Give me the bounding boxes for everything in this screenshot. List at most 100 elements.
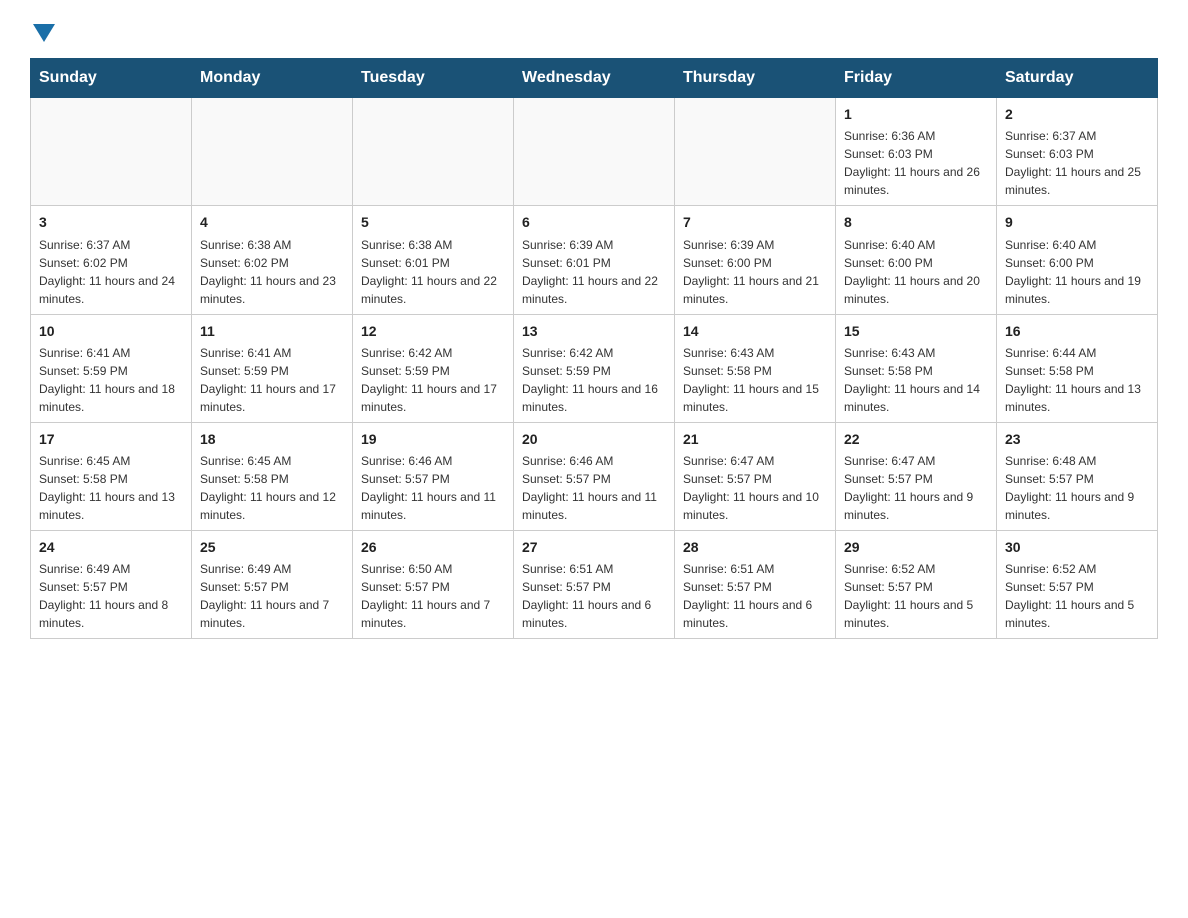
table-row: 21 Sunrise: 6:47 AMSunset: 5:57 PMDayligh… <box>675 422 836 530</box>
header-tuesday: Tuesday <box>353 59 514 98</box>
header-wednesday: Wednesday <box>514 59 675 98</box>
table-row: 29 Sunrise: 6:52 AMSunset: 5:57 PMDayligh… <box>836 531 997 639</box>
calendar-week-row: 24 Sunrise: 6:49 AMSunset: 5:57 PMDayligh… <box>31 531 1158 639</box>
logo-arrow-icon <box>33 24 55 42</box>
calendar-week-row: 3 Sunrise: 6:37 AMSunset: 6:02 PMDaylight… <box>31 206 1158 314</box>
day-info: Sunrise: 6:39 AMSunset: 6:00 PMDaylight:… <box>683 236 827 308</box>
table-row: 14Sunrise: 6:43 AMSunset: 5:58 PMDayligh… <box>675 314 836 422</box>
day-info: Sunrise: 6:42 AMSunset: 5:59 PMDaylight:… <box>522 344 666 416</box>
day-info: Sunrise: 6:37 AMSunset: 6:03 PMDaylight:… <box>1005 127 1149 199</box>
day-number: 24 <box>39 537 183 557</box>
day-number: 12 <box>361 321 505 341</box>
day-number: 13 <box>522 321 666 341</box>
day-number: 29 <box>844 537 988 557</box>
day-info: Sunrise: 6:41 AMSunset: 5:59 PMDaylight:… <box>200 344 344 416</box>
day-info: Sunrise: 6:44 AMSunset: 5:58 PMDaylight:… <box>1005 344 1149 416</box>
day-number: 22 <box>844 429 988 449</box>
table-row: 15Sunrise: 6:43 AMSunset: 5:58 PMDayligh… <box>836 314 997 422</box>
table-row <box>353 98 514 206</box>
day-info: Sunrise: 6:50 AMSunset: 5:57 PMDaylight:… <box>361 560 505 632</box>
day-info: Sunrise: 6:46 AMSunset: 5:57 PMDaylight:… <box>522 452 666 524</box>
table-row: 8 Sunrise: 6:40 AMSunset: 6:00 PMDaylight… <box>836 206 997 314</box>
table-row: 3 Sunrise: 6:37 AMSunset: 6:02 PMDaylight… <box>31 206 192 314</box>
day-number: 9 <box>1005 212 1149 232</box>
day-info: Sunrise: 6:39 AMSunset: 6:01 PMDaylight:… <box>522 236 666 308</box>
table-row: 27 Sunrise: 6:51 AMSunset: 5:57 PMDayligh… <box>514 531 675 639</box>
day-info: Sunrise: 6:38 AMSunset: 6:02 PMDaylight:… <box>200 236 344 308</box>
day-number: 17 <box>39 429 183 449</box>
day-number: 25 <box>200 537 344 557</box>
table-row: 1Sunrise: 6:36 AMSunset: 6:03 PMDaylight… <box>836 98 997 206</box>
day-number: 11 <box>200 321 344 341</box>
table-row: 12 Sunrise: 6:42 AMSunset: 5:59 PMDayligh… <box>353 314 514 422</box>
day-info: Sunrise: 6:48 AMSunset: 5:57 PMDaylight:… <box>1005 452 1149 524</box>
table-row: 5 Sunrise: 6:38 AMSunset: 6:01 PMDaylight… <box>353 206 514 314</box>
day-number: 2 <box>1005 104 1149 124</box>
table-row: 10 Sunrise: 6:41 AMSunset: 5:59 PMDayligh… <box>31 314 192 422</box>
day-number: 23 <box>1005 429 1149 449</box>
day-number: 28 <box>683 537 827 557</box>
day-number: 19 <box>361 429 505 449</box>
day-info: Sunrise: 6:43 AMSunset: 5:58 PMDaylight:… <box>683 344 827 416</box>
day-number: 16 <box>1005 321 1149 341</box>
table-row: 26 Sunrise: 6:50 AMSunset: 5:57 PMDayligh… <box>353 531 514 639</box>
day-info: Sunrise: 6:36 AMSunset: 6:03 PMDaylight:… <box>844 127 988 199</box>
table-row: 13 Sunrise: 6:42 AMSunset: 5:59 PMDayligh… <box>514 314 675 422</box>
table-row <box>31 98 192 206</box>
day-number: 7 <box>683 212 827 232</box>
header-sunday: Sunday <box>31 59 192 98</box>
calendar-table: Sunday Monday Tuesday Wednesday Thursday… <box>30 58 1158 639</box>
day-number: 21 <box>683 429 827 449</box>
day-number: 30 <box>1005 537 1149 557</box>
day-number: 5 <box>361 212 505 232</box>
day-number: 4 <box>200 212 344 232</box>
table-row: 24 Sunrise: 6:49 AMSunset: 5:57 PMDayligh… <box>31 531 192 639</box>
day-number: 15 <box>844 321 988 341</box>
day-number: 20 <box>522 429 666 449</box>
table-row: 6 Sunrise: 6:39 AMSunset: 6:01 PMDaylight… <box>514 206 675 314</box>
header-friday: Friday <box>836 59 997 98</box>
table-row: 25 Sunrise: 6:49 AMSunset: 5:57 PMDayligh… <box>192 531 353 639</box>
calendar-week-row: 1Sunrise: 6:36 AMSunset: 6:03 PMDaylight… <box>31 98 1158 206</box>
table-row: 7 Sunrise: 6:39 AMSunset: 6:00 PMDaylight… <box>675 206 836 314</box>
day-info: Sunrise: 6:42 AMSunset: 5:59 PMDaylight:… <box>361 344 505 416</box>
table-row: 30 Sunrise: 6:52 AMSunset: 5:57 PMDayligh… <box>997 531 1158 639</box>
table-row: 28 Sunrise: 6:51 AMSunset: 5:57 PMDayligh… <box>675 531 836 639</box>
day-info: Sunrise: 6:37 AMSunset: 6:02 PMDaylight:… <box>39 236 183 308</box>
calendar-week-row: 17 Sunrise: 6:45 AMSunset: 5:58 PMDayligh… <box>31 422 1158 530</box>
day-info: Sunrise: 6:51 AMSunset: 5:57 PMDaylight:… <box>683 560 827 632</box>
table-row: 20 Sunrise: 6:46 AMSunset: 5:57 PMDayligh… <box>514 422 675 530</box>
table-row: 23 Sunrise: 6:48 AMSunset: 5:57 PMDayligh… <box>997 422 1158 530</box>
table-row: 4 Sunrise: 6:38 AMSunset: 6:02 PMDaylight… <box>192 206 353 314</box>
day-info: Sunrise: 6:49 AMSunset: 5:57 PMDaylight:… <box>200 560 344 632</box>
day-info: Sunrise: 6:41 AMSunset: 5:59 PMDaylight:… <box>39 344 183 416</box>
table-row: 16 Sunrise: 6:44 AMSunset: 5:58 PMDayligh… <box>997 314 1158 422</box>
day-info: Sunrise: 6:40 AMSunset: 6:00 PMDaylight:… <box>1005 236 1149 308</box>
table-row: 18 Sunrise: 6:45 AMSunset: 5:58 PMDayligh… <box>192 422 353 530</box>
day-info: Sunrise: 6:49 AMSunset: 5:57 PMDaylight:… <box>39 560 183 632</box>
day-number: 10 <box>39 321 183 341</box>
day-info: Sunrise: 6:51 AMSunset: 5:57 PMDaylight:… <box>522 560 666 632</box>
table-row: 19Sunrise: 6:46 AMSunset: 5:57 PMDayligh… <box>353 422 514 530</box>
day-number: 26 <box>361 537 505 557</box>
table-row <box>514 98 675 206</box>
day-number: 8 <box>844 212 988 232</box>
day-info: Sunrise: 6:45 AMSunset: 5:58 PMDaylight:… <box>200 452 344 524</box>
page-header <box>30 20 1158 38</box>
day-info: Sunrise: 6:52 AMSunset: 5:57 PMDaylight:… <box>844 560 988 632</box>
header-saturday: Saturday <box>997 59 1158 98</box>
table-row <box>675 98 836 206</box>
day-info: Sunrise: 6:47 AMSunset: 5:57 PMDaylight:… <box>683 452 827 524</box>
day-number: 3 <box>39 212 183 232</box>
day-number: 27 <box>522 537 666 557</box>
table-row: 2 Sunrise: 6:37 AMSunset: 6:03 PMDaylight… <box>997 98 1158 206</box>
header-monday: Monday <box>192 59 353 98</box>
day-info: Sunrise: 6:40 AMSunset: 6:00 PMDaylight:… <box>844 236 988 308</box>
calendar-week-row: 10 Sunrise: 6:41 AMSunset: 5:59 PMDayligh… <box>31 314 1158 422</box>
calendar-header-row: Sunday Monday Tuesday Wednesday Thursday… <box>31 59 1158 98</box>
day-number: 6 <box>522 212 666 232</box>
day-info: Sunrise: 6:52 AMSunset: 5:57 PMDaylight:… <box>1005 560 1149 632</box>
day-number: 18 <box>200 429 344 449</box>
day-info: Sunrise: 6:38 AMSunset: 6:01 PMDaylight:… <box>361 236 505 308</box>
header-thursday: Thursday <box>675 59 836 98</box>
